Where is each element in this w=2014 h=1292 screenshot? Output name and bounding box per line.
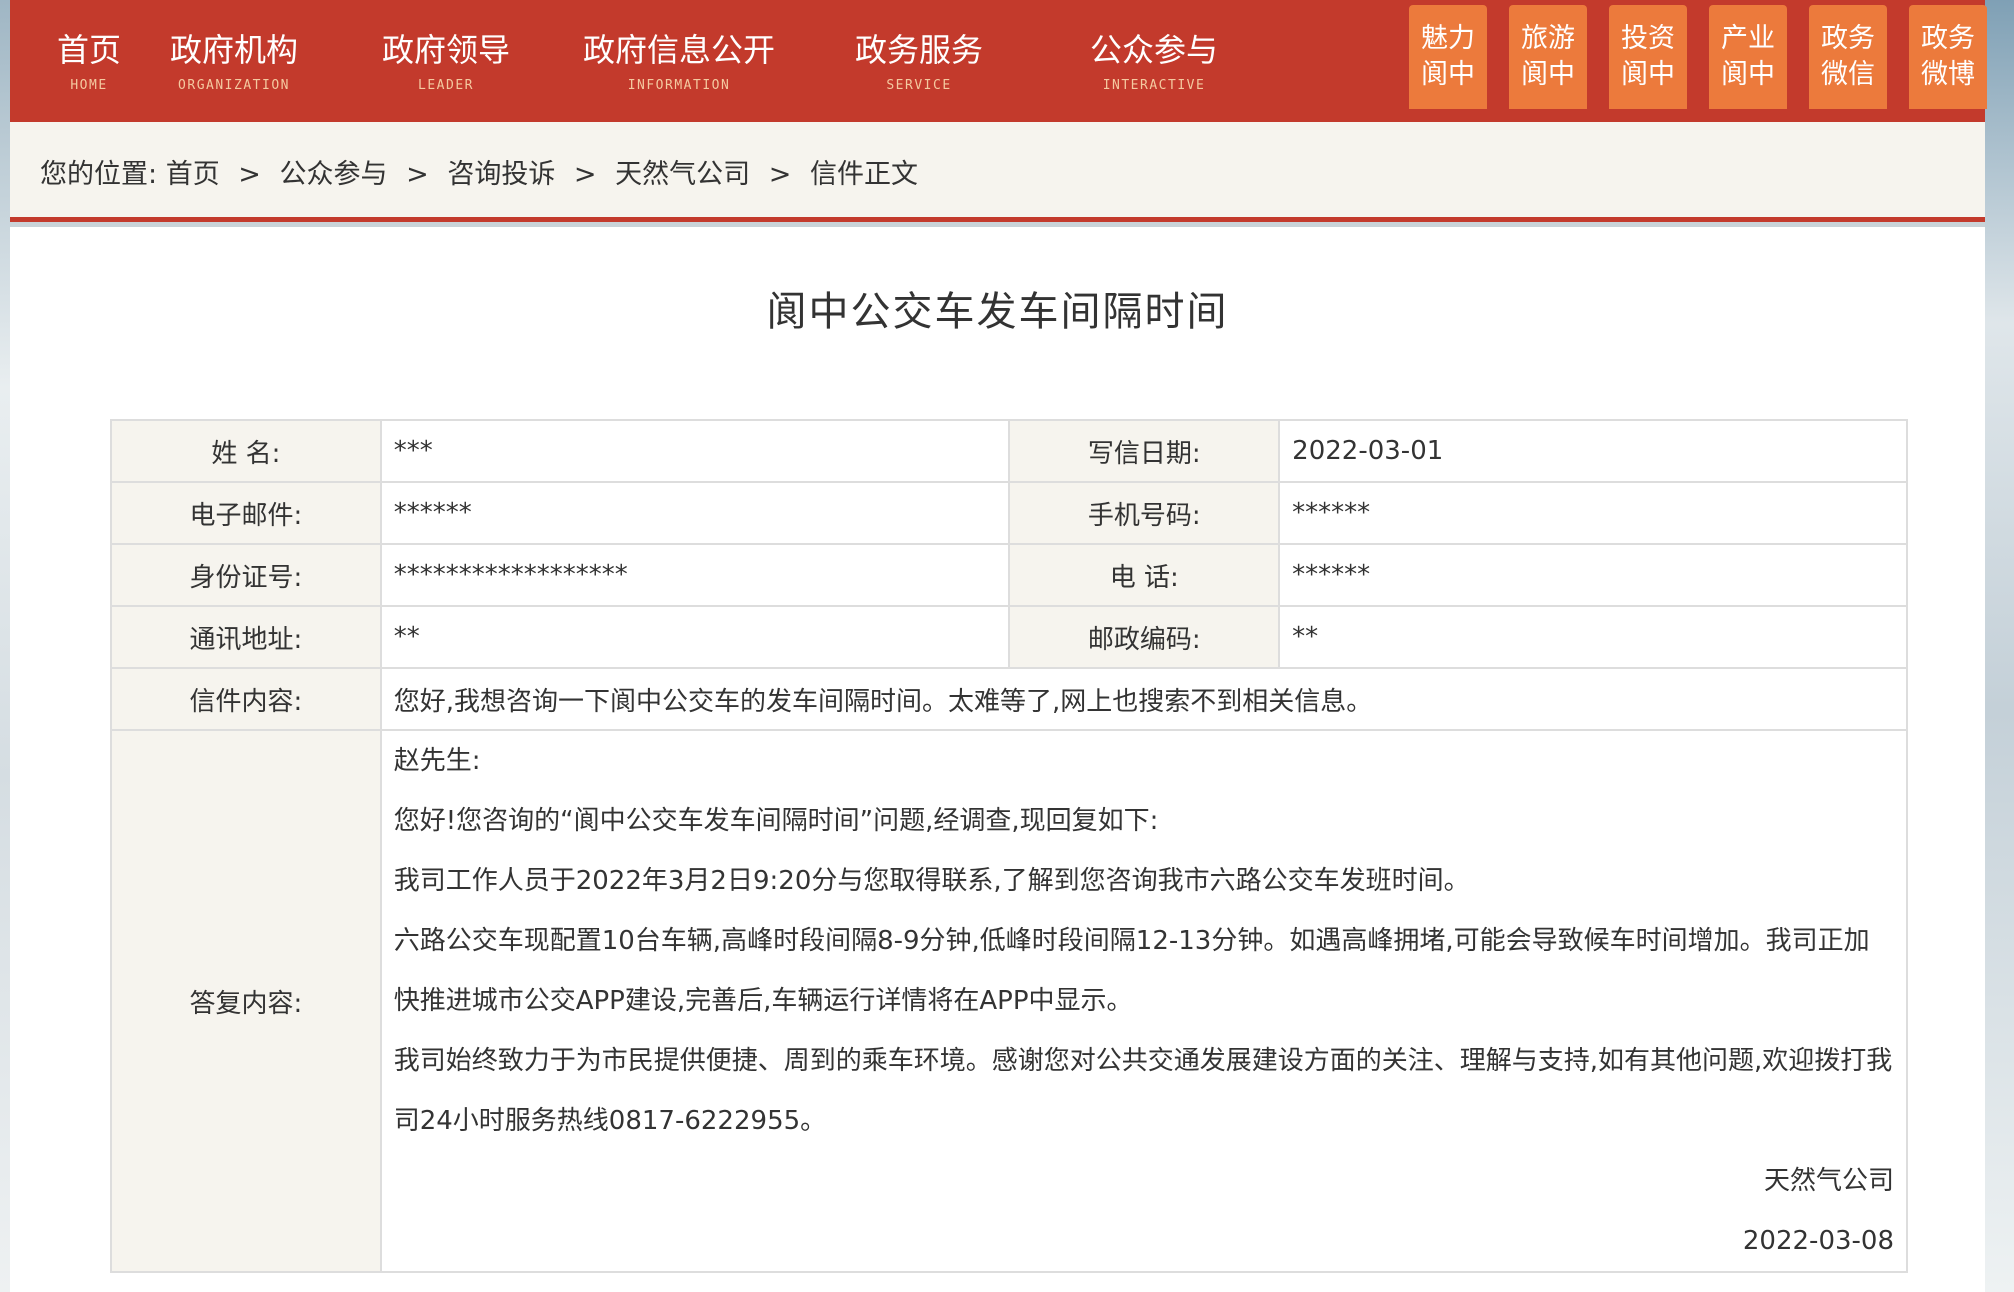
- breadcrumb-link-gas-company[interactable]: 天然气公司: [615, 159, 750, 190]
- nav-item-interactive[interactable]: 公众参与 INTERACTIVE: [1090, 30, 1218, 93]
- quick-link-line2: 阆中: [1521, 59, 1575, 90]
- breadcrumb-separator: >: [406, 159, 429, 190]
- table-row: 信件内容: 您好,我想咨询一下阆中公交车的发车间隔时间。太难等了,网上也搜索不到…: [110, 667, 1909, 731]
- quick-link-line2: 阆中: [1721, 59, 1775, 90]
- content-value: 您好,我想咨询一下阆中公交车的发车间隔时间。太难等了,网上也搜索不到相关信息。: [379, 667, 1909, 731]
- background-strip-left: [0, 0, 10, 1292]
- quick-link-weibo[interactable]: 政务 微博: [1909, 5, 1987, 109]
- breadcrumb-separator: >: [573, 159, 597, 190]
- reply-paragraph: 六路公交车现配置10台车辆,高峰时段间隔8-9分钟,低峰时段间隔12-13分钟。…: [393, 926, 1870, 1016]
- quick-link-wechat[interactable]: 政务 微信: [1809, 5, 1887, 109]
- phone-value: ******: [1278, 543, 1908, 607]
- breadcrumb-prefix: 您的位置:: [40, 159, 158, 190]
- nav-label: 首页: [57, 31, 122, 69]
- nav-label: 政府机构: [170, 31, 299, 69]
- quick-link-line1: 政务: [1921, 23, 1975, 54]
- quick-link-line2: 微信: [1821, 59, 1875, 90]
- breadcrumb-link-consultation[interactable]: 咨询投诉: [447, 159, 555, 190]
- breadcrumb-separator: >: [768, 159, 792, 190]
- quick-link-industry[interactable]: 产业 阆中: [1709, 5, 1787, 109]
- phone-label: 电 话:: [1008, 543, 1281, 607]
- table-row: 通讯地址: ** 邮政编码: **: [110, 605, 1908, 669]
- quick-link-line2: 阆中: [1621, 59, 1675, 90]
- quick-link-line2: 阆中: [1421, 59, 1475, 90]
- reply-date: 2022-03-08: [1742, 1226, 1894, 1256]
- breadcrumb: 您的位置: 首页 > 公众参与 > 咨询投诉 > 天然气公司 > 信件正文: [40, 152, 918, 191]
- nav-label: 政府领导: [382, 31, 511, 69]
- nav-sublabel: ORGANIZATION: [178, 78, 290, 93]
- breadcrumb-link-home[interactable]: 首页: [166, 159, 220, 190]
- address-value: **: [379, 605, 1011, 669]
- table-row: 身份证号: ****************** 电 话: ******: [110, 543, 1908, 607]
- reply-greeting: 赵先生:: [393, 746, 481, 776]
- nav-label: 公众参与: [1090, 31, 1219, 69]
- letter-table: 姓 名: *** 写信日期: 2022-03-01 电子邮件: ****** 手…: [110, 419, 1909, 1273]
- reply-paragraph: 我司工作人员于2022年3月2日9:20分与您取得联系,了解到您咨询我市六路公交…: [393, 866, 1470, 896]
- table-row: 姓 名: *** 写信日期: 2022-03-01: [110, 419, 1908, 483]
- quick-link-line2: 微博: [1921, 59, 1975, 90]
- nav-item-home[interactable]: 首页 HOME: [57, 30, 121, 93]
- quick-link-line1: 政务: [1821, 23, 1875, 54]
- reply-content: 赵先生: 您好!您咨询的“阆中公交车发车间隔时间”问题,经调查,现回复如下: 我…: [379, 729, 1909, 1273]
- page-title: 阆中公交车发车间隔时间: [766, 289, 1229, 335]
- quick-link-investment[interactable]: 投资 阆中: [1609, 5, 1687, 109]
- mobile-value: ******: [1278, 481, 1908, 545]
- main-navbar: 首页 HOME 政府机构 ORGANIZATION 政府领导 LEADER 政府…: [10, 0, 1987, 122]
- email-label: 电子邮件:: [110, 481, 382, 545]
- table-row: 答复内容: 赵先生: 您好!您咨询的“阆中公交车发车间隔时间”问题,经调查,现回…: [110, 729, 1909, 1273]
- reply-paragraph: 我司始终致力于为市民提供便捷、周到的乘车环境。感谢您对公共交通发展建设方面的关注…: [393, 1046, 1893, 1136]
- breadcrumb-current: 信件正文: [809, 159, 918, 190]
- quick-link-line1: 产业: [1721, 23, 1775, 54]
- email-value: ******: [379, 481, 1011, 545]
- nav-sublabel: INFORMATION: [627, 78, 731, 93]
- reply-label: 答复内容:: [110, 729, 382, 1273]
- reply-paragraph: 您好!您咨询的“阆中公交车发车间隔时间”问题,经调查,现回复如下:: [393, 806, 1159, 836]
- content-label: 信件内容:: [110, 667, 382, 731]
- breadcrumb-bar: 您的位置: 首页 > 公众参与 > 咨询投诉 > 天然气公司 > 信件正文: [10, 122, 1985, 222]
- nav-item-service[interactable]: 政务服务 SERVICE: [855, 30, 983, 93]
- postcode-value: **: [1278, 605, 1908, 669]
- nav-label: 政府信息公开: [583, 31, 776, 69]
- quick-link-line1: 魅力: [1421, 23, 1475, 54]
- breadcrumb-link-public-participation[interactable]: 公众参与: [280, 159, 388, 190]
- table-row: 电子邮件: ****** 手机号码: ******: [110, 481, 1908, 545]
- mobile-label: 手机号码:: [1008, 481, 1281, 545]
- nav-sublabel: INTERACTIVE: [1102, 78, 1206, 93]
- id-label: 身份证号:: [110, 543, 382, 607]
- date-label: 写信日期:: [1008, 419, 1281, 483]
- name-label: 姓 名:: [110, 419, 382, 483]
- quick-link-line1: 投资: [1621, 23, 1675, 54]
- id-value: ******************: [379, 543, 1011, 607]
- nav-item-information[interactable]: 政府信息公开 INFORMATION: [583, 30, 775, 93]
- postcode-label: 邮政编码:: [1008, 605, 1281, 669]
- quick-link-tourism[interactable]: 旅游 阆中: [1509, 5, 1587, 109]
- quick-link-line1: 旅游: [1521, 23, 1575, 54]
- date-value: 2022-03-01: [1278, 419, 1908, 483]
- quick-link-charm[interactable]: 魅力 阆中: [1409, 5, 1487, 109]
- letter-content-area: 阆中公交车发车间隔时间 姓 名: *** 写信日期: 2022-03-01 电子…: [10, 227, 1985, 1292]
- nav-item-leader[interactable]: 政府领导 LEADER: [382, 30, 510, 93]
- nav-sublabel: HOME: [70, 78, 108, 93]
- reply-signature: 天然气公司: [1763, 1166, 1894, 1196]
- nav-sublabel: SERVICE: [886, 78, 952, 93]
- background-strip-right: [1985, 0, 2014, 1292]
- address-label: 通讯地址:: [110, 605, 382, 669]
- nav-item-organization[interactable]: 政府机构 ORGANIZATION: [170, 30, 298, 93]
- name-value: ***: [379, 419, 1011, 483]
- nav-sublabel: LEADER: [418, 78, 474, 93]
- nav-label: 政务服务: [855, 31, 984, 69]
- breadcrumb-separator: >: [238, 159, 261, 190]
